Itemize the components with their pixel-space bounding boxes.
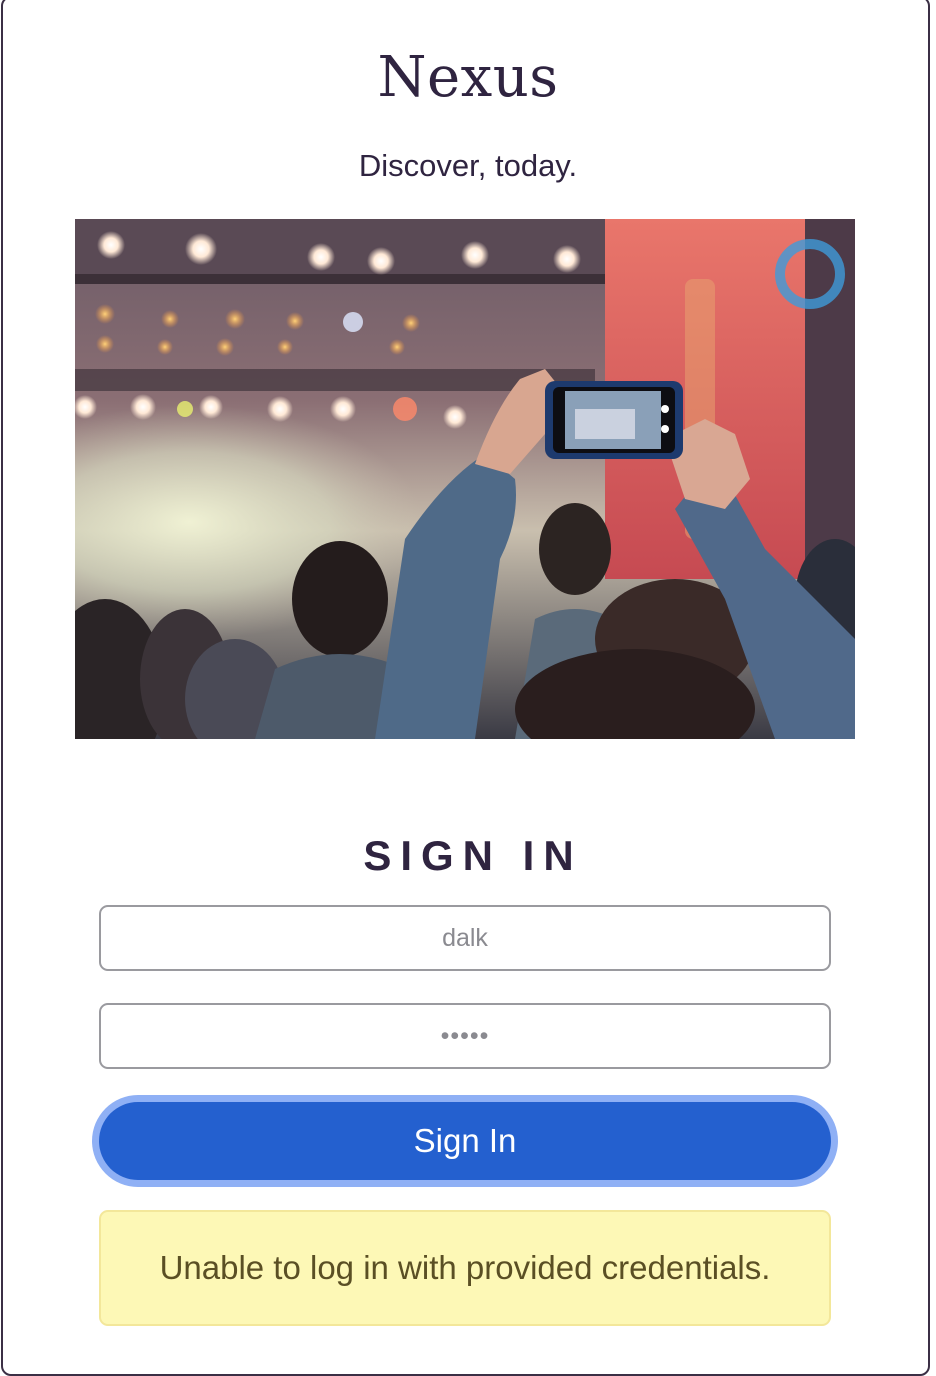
login-error-alert: Unable to log in with provided credentia…: [99, 1210, 831, 1326]
signin-heading: SIGN IN: [363, 832, 583, 879]
concert-hero-image: [75, 219, 855, 739]
brand-title: Nexus: [377, 45, 559, 110]
sign-in-button[interactable]: Sign In: [99, 1102, 831, 1180]
password-field[interactable]: [99, 1003, 831, 1069]
username-field[interactable]: [99, 905, 831, 971]
tagline: Discover, today.: [358, 148, 578, 183]
